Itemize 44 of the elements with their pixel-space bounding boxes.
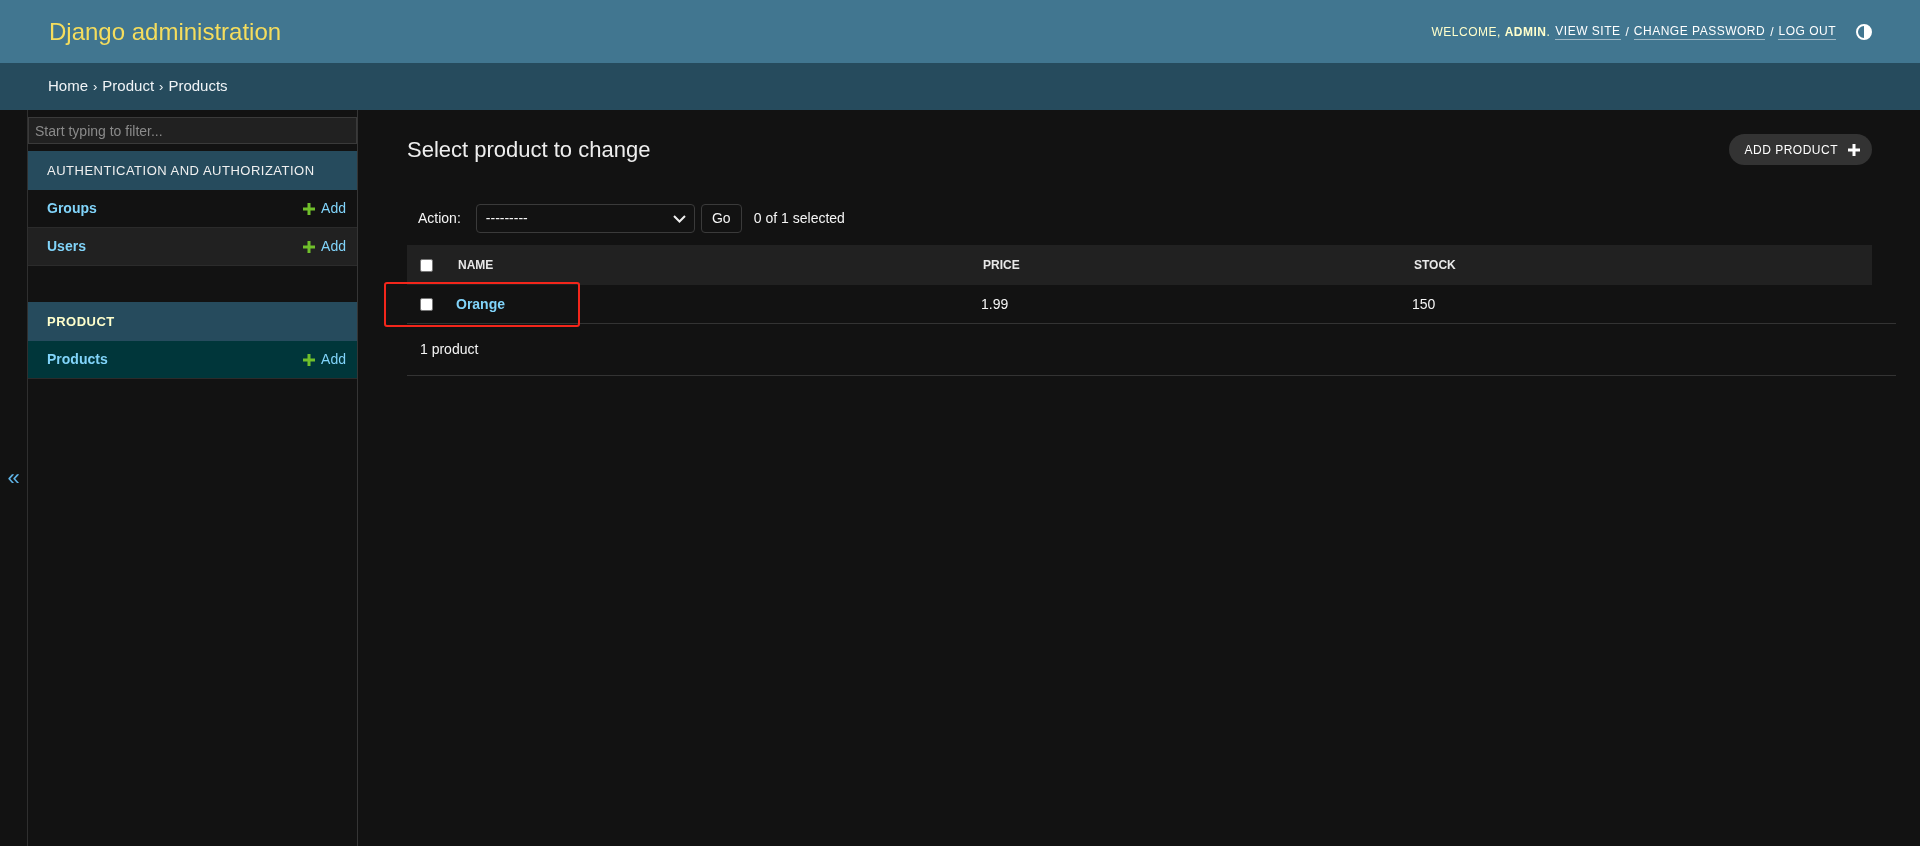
breadcrumb-separator: › <box>159 77 164 96</box>
model-link[interactable]: Groups <box>47 198 97 219</box>
breadcrumb-link[interactable]: Home <box>48 75 88 98</box>
user-tool-link[interactable]: VIEW SITE <box>1555 23 1621 40</box>
select-all-checkbox[interactable] <box>420 258 433 272</box>
chevron-down-icon <box>672 214 686 223</box>
add-product-button[interactable]: ADD PRODUCT <box>1729 134 1872 165</box>
model-link[interactable]: Users <box>47 236 86 257</box>
contrast-icon <box>1856 23 1872 40</box>
site-title[interactable]: Django administration <box>49 13 282 50</box>
theme-toggle-button[interactable] <box>1856 23 1872 40</box>
model-link[interactable]: Products <box>47 349 108 370</box>
column-header[interactable]: PRICE <box>983 256 1020 274</box>
filter-field[interactable]: Start typing to filter... <box>28 117 357 144</box>
table-cell-text: 150 <box>1412 294 1436 314</box>
user-tool-link[interactable]: LOG OUT <box>1778 23 1836 40</box>
breadcrumb-separator: › <box>93 77 98 96</box>
plus-icon <box>1848 143 1860 156</box>
link-separator: / <box>1770 23 1774 41</box>
breadcrumb-current: Products <box>168 76 228 97</box>
breadcrumb-link[interactable]: Product <box>102 75 155 98</box>
app-section-header[interactable]: AUTHENTICATION AND AUTHORIZATION <box>28 151 357 190</box>
add-link[interactable]: Add <box>303 198 346 219</box>
column-header[interactable]: STOCK <box>1414 256 1456 274</box>
plus-icon <box>303 202 316 215</box>
app-section-header[interactable]: PRODUCT <box>28 302 357 341</box>
link-separator: / <box>1625 23 1629 41</box>
action-select[interactable]: --------- <box>475 204 695 233</box>
plus-icon <box>303 353 316 366</box>
result-count: 1 product <box>420 340 479 359</box>
add-link[interactable]: Add <box>303 236 346 257</box>
row-checkbox[interactable] <box>420 297 433 311</box>
user-tool-link[interactable]: CHANGE PASSWORD <box>1633 23 1766 40</box>
action-label: Action: <box>418 209 461 228</box>
selection-counter: 0 of 1 selected <box>753 209 845 228</box>
page-title: Select product to change <box>407 136 651 164</box>
table-cell-text: 1.99 <box>981 294 1009 314</box>
plus-icon <box>303 240 316 253</box>
go-button[interactable]: Go <box>700 204 742 233</box>
welcome-text: WELCOME, ADMIN. <box>1431 23 1551 41</box>
sidebar-toggle-button[interactable]: « <box>7 467 20 489</box>
add-link[interactable]: Add <box>303 349 346 370</box>
column-header[interactable]: NAME <box>458 256 494 274</box>
product-link[interactable]: Orange <box>456 293 505 315</box>
